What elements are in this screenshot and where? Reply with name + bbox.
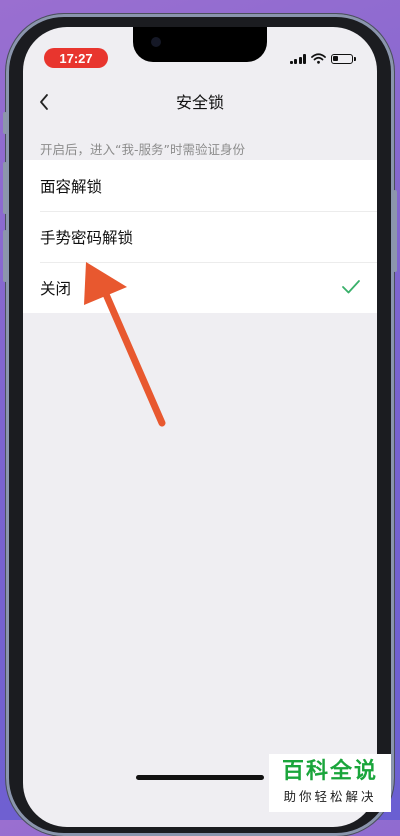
phone-volume-up-button <box>3 162 7 214</box>
option-label: 关闭 <box>40 279 72 298</box>
nav-bar: 安全锁 <box>23 85 377 121</box>
notch <box>133 27 267 62</box>
option-label: 手势密码解锁 <box>40 228 134 247</box>
watermark-subtitle: 助你轻松解决 <box>283 789 377 804</box>
option-face-unlock[interactable]: 面容解锁 <box>23 160 377 211</box>
phone-volume-down-button <box>3 230 7 282</box>
checkmark-icon <box>342 280 360 294</box>
section-hint: 开启后，进入“我-服务”时需验证身份 <box>40 142 245 157</box>
home-indicator <box>136 775 264 780</box>
lock-options-list: 面容解锁 手势密码解锁 关闭 <box>23 160 377 313</box>
battery-icon <box>331 53 356 64</box>
option-gesture-password[interactable]: 手势密码解锁 <box>23 211 377 262</box>
option-off[interactable]: 关闭 <box>23 262 377 313</box>
status-time: 17:27 <box>44 48 108 68</box>
wifi-icon <box>311 53 326 64</box>
option-label: 面容解锁 <box>40 177 103 196</box>
phone-screen: 17:27 安全锁 开启后，进入“我-服务”时需验证身份 面容解锁 手势密码解锁… <box>23 27 377 827</box>
watermark-title: 百科全说 <box>281 759 378 784</box>
page-title: 安全锁 <box>175 93 224 112</box>
phone-power-button <box>393 190 397 272</box>
status-icons <box>289 53 356 64</box>
phone-side-button <box>3 112 7 134</box>
camera-icon <box>151 37 161 47</box>
cellular-signal-icon <box>289 53 306 64</box>
watermark-logo: 百科全说 助你轻松解决 <box>269 754 391 812</box>
